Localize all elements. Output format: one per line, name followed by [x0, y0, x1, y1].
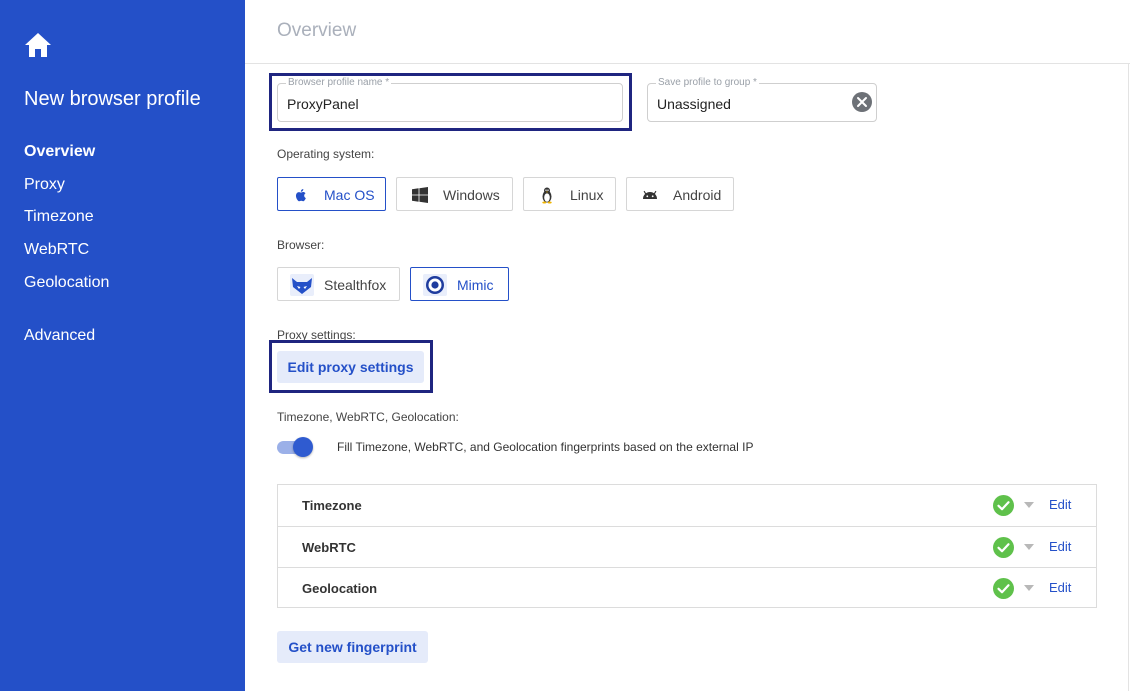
chevron-down-icon[interactable] — [1024, 544, 1034, 550]
sidebar-item-proxy[interactable]: Proxy — [24, 176, 65, 194]
os-macos-button[interactable]: Mac OS — [277, 177, 386, 211]
edit-timezone-link[interactable]: Edit — [1049, 497, 1071, 512]
group-label: Save profile to group * — [656, 77, 759, 88]
main-panel: Overview Browser profile name * Save pro… — [245, 0, 1130, 691]
edit-geolocation-link[interactable]: Edit — [1049, 580, 1071, 595]
os-label: Operating system: — [277, 147, 375, 161]
profile-name-field[interactable]: Browser profile name * — [277, 77, 623, 122]
browser-stealthfox-label: Stealthfox — [324, 277, 387, 293]
profile-name-input[interactable] — [287, 96, 587, 112]
android-icon — [643, 190, 657, 199]
os-android-button[interactable]: Android — [626, 177, 734, 211]
home-icon[interactable] — [24, 32, 52, 58]
profile-name-label: Browser profile name * — [286, 77, 392, 88]
fingerprint-row-name: Timezone — [302, 498, 362, 513]
os-windows-button[interactable]: Windows — [396, 177, 513, 211]
fingerprint-row-name: WebRTC — [302, 540, 356, 555]
chevron-down-icon[interactable] — [1024, 585, 1034, 591]
sidebar-item-geolocation[interactable]: Geolocation — [24, 274, 109, 292]
edit-webrtc-link[interactable]: Edit — [1049, 539, 1071, 554]
page-title: Overview — [277, 20, 357, 41]
fingerprint-row-timezone: Timezone Edit — [278, 485, 1096, 526]
sidebar: New browser profile Overview Proxy Timez… — [0, 0, 245, 691]
get-new-fingerprint-button[interactable]: Get new fingerprint — [277, 631, 428, 663]
sidebar-item-advanced[interactable]: Advanced — [24, 327, 95, 345]
fingerprint-table: Timezone Edit WebRTC Edit Geolocation Ed… — [277, 484, 1097, 608]
fingerprint-row-webrtc: WebRTC Edit — [278, 526, 1096, 567]
toggle-knob — [293, 437, 313, 457]
browser-mimic-label: Mimic — [457, 277, 494, 293]
fox-icon — [290, 274, 314, 296]
group-select[interactable]: Save profile to group * Unassigned — [647, 77, 877, 122]
fingerprint-toggle-label: Fill Timezone, WebRTC, and Geolocation f… — [337, 440, 754, 454]
linux-penguin-icon — [542, 187, 552, 204]
apple-icon — [295, 189, 306, 202]
check-icon — [993, 495, 1014, 516]
fingerprint-label: Timezone, WebRTC, Geolocation: — [277, 410, 459, 424]
fingerprint-row-name: Geolocation — [302, 581, 378, 596]
os-macos-label: Mac OS — [324, 187, 375, 203]
browser-stealthfox-button[interactable]: Stealthfox — [277, 267, 400, 301]
clear-icon[interactable] — [852, 92, 872, 112]
fingerprint-toggle[interactable] — [277, 437, 313, 457]
group-value: Unassigned — [657, 96, 731, 112]
fingerprint-row-geolocation: Geolocation Edit — [278, 567, 1096, 608]
right-border — [1128, 63, 1129, 691]
header-divider — [245, 63, 1130, 64]
check-icon — [993, 537, 1014, 558]
sidebar-item-webrtc[interactable]: WebRTC — [24, 241, 89, 259]
windows-icon — [412, 187, 428, 203]
os-windows-label: Windows — [443, 187, 500, 203]
sidebar-item-timezone[interactable]: Timezone — [24, 208, 94, 226]
os-android-label: Android — [673, 187, 722, 203]
mimic-icon — [423, 274, 447, 296]
chevron-down-icon[interactable] — [1024, 502, 1034, 508]
browser-label: Browser: — [277, 238, 325, 252]
check-icon — [993, 578, 1014, 599]
os-linux-button[interactable]: Linux — [523, 177, 616, 211]
edit-proxy-settings-button[interactable]: Edit proxy settings — [277, 351, 424, 383]
browser-mimic-button[interactable]: Mimic — [410, 267, 509, 301]
sidebar-item-overview[interactable]: Overview — [24, 143, 95, 161]
sidebar-title: New browser profile — [24, 88, 201, 110]
os-linux-label: Linux — [570, 187, 604, 203]
